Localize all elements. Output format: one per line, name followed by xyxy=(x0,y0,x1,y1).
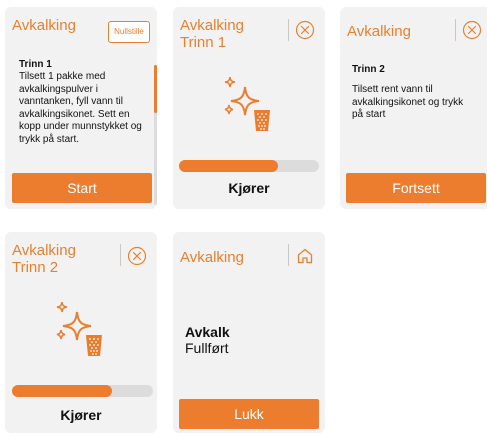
progress-fill xyxy=(12,385,113,397)
progress-fill xyxy=(179,160,279,172)
card-title: Avkalking xyxy=(347,23,411,40)
step-title: Trinn 2 xyxy=(352,64,385,75)
home-icon[interactable] xyxy=(295,246,315,266)
step-instructions: Tilsett rent vann til avkalkingsikonet o… xyxy=(352,84,464,120)
divider xyxy=(288,19,289,41)
scrollbar[interactable] xyxy=(154,65,157,205)
start-button[interactable]: Start xyxy=(12,173,152,203)
descale-sparkle-icon xyxy=(53,302,109,358)
close-circle-icon[interactable] xyxy=(295,20,315,40)
card-descale-step2: Avkalking Trinn 2 Tilsett rent vann til … xyxy=(340,7,487,209)
progress-bar xyxy=(12,385,153,397)
divider xyxy=(455,19,456,41)
card-descale-complete: Avkalking Avkalk Fullført Lukk xyxy=(173,232,325,433)
status-text: Kjører xyxy=(60,407,102,423)
descale-sparkle-icon xyxy=(221,77,277,133)
card-descale-start: Avkalking Nullstille Trinn 1 Tilsett 1 p… xyxy=(5,7,157,209)
card-title: Avkalking xyxy=(12,17,76,34)
card-descale-running-step2: Avkalking Trinn 2 Kjører xyxy=(5,232,157,433)
card-title: Avkalking Trinn 1 xyxy=(180,17,244,51)
continue-button[interactable]: Fortsett xyxy=(346,173,486,203)
completion-subheading: Fullført xyxy=(185,340,229,356)
card-title: Avkalking Trinn 2 xyxy=(12,242,76,276)
progress-bar xyxy=(179,160,319,172)
status-text: Kjører xyxy=(228,180,270,196)
step-instructions: Tilsett 1 pakke med avkalkingspulver i v… xyxy=(19,71,142,145)
divider xyxy=(120,244,121,266)
close-circle-icon[interactable] xyxy=(462,20,482,40)
close-button[interactable]: Lukk xyxy=(179,399,319,429)
scrollbar-thumb[interactable] xyxy=(154,65,157,113)
divider xyxy=(288,244,289,266)
step-title: Trinn 1 xyxy=(19,59,52,70)
close-circle-icon[interactable] xyxy=(127,246,147,266)
card-title: Avkalking xyxy=(180,249,244,266)
card-descale-running-step1: Avkalking Trinn 1 Kjører xyxy=(173,7,325,209)
completion-heading: Avkalk xyxy=(185,324,230,340)
reset-button[interactable]: Nullstille xyxy=(108,21,150,43)
